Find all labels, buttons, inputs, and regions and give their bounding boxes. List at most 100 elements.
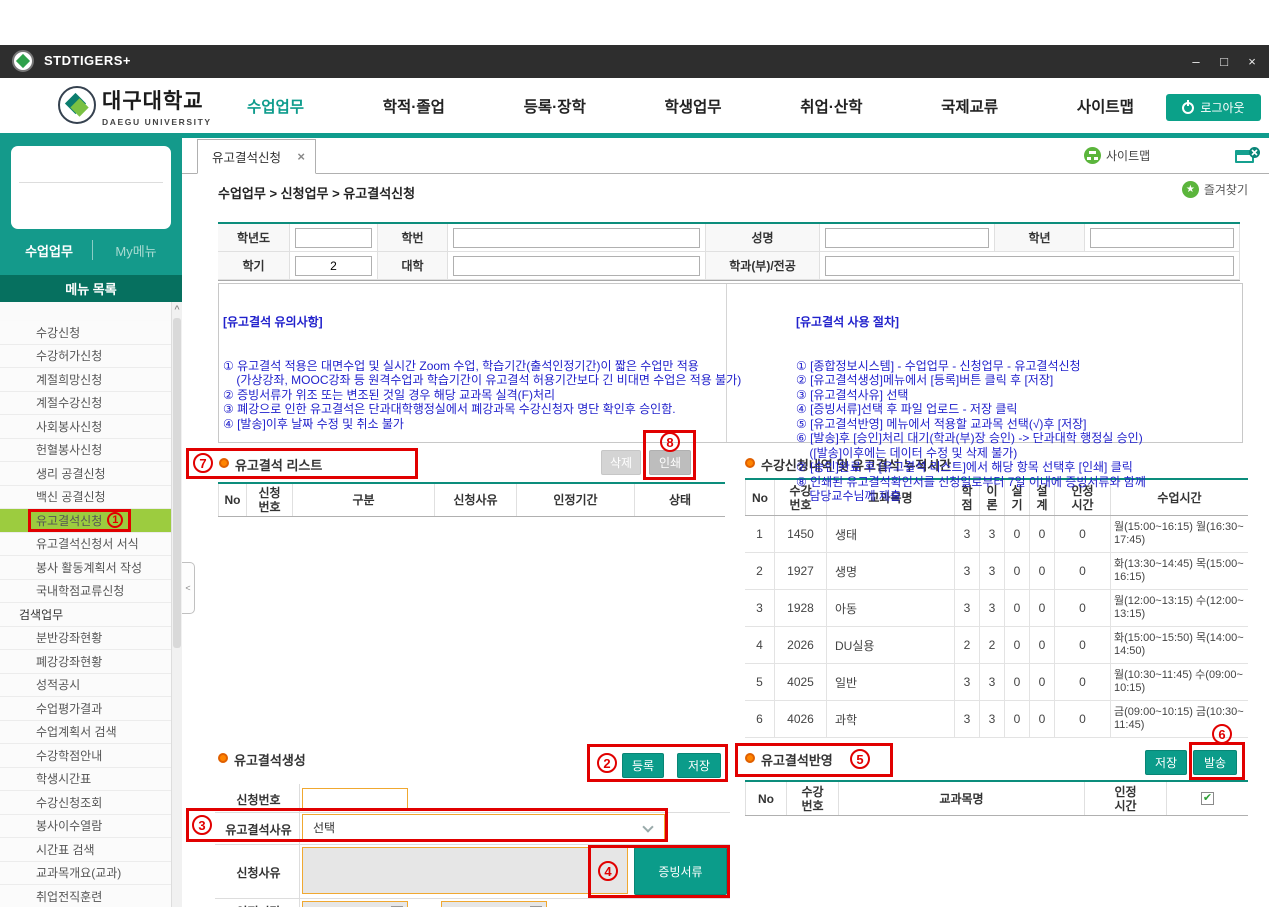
sidebar-menu-item[interactable]: 수업평가결과 <box>0 697 171 721</box>
tab-close-icon[interactable]: × <box>297 149 305 164</box>
course-no: 1 <box>745 516 774 552</box>
period-label: 인정기간 <box>218 903 299 907</box>
reason-type-select[interactable]: 선택 <box>302 814 665 840</box>
absence-create-title: 유고결석생성 <box>234 750 306 769</box>
course-table-row[interactable]: 6 4026 과학 3 3 0 0 0 금(09:00~10:15) 금(10:… <box>745 701 1248 738</box>
sidebar-collapse-handle[interactable]: < <box>182 562 195 614</box>
sidebar-menu-item[interactable]: 헌혈봉사신청 <box>0 439 171 463</box>
sidebar-menu-item[interactable]: 수강허가신청 <box>0 345 171 369</box>
window-close-button[interactable]: × <box>1245 54 1259 69</box>
annotation-circle-7: 7 <box>193 453 213 473</box>
sidebar-menu-item[interactable]: 수강신청 <box>0 321 171 345</box>
sidebar-menu-item[interactable]: 취업전직훈련 <box>0 885 171 907</box>
course-name: 일반 <box>826 664 954 700</box>
sidebar-menu-item[interactable]: 봉사 활동계획서 작성 <box>0 556 171 580</box>
sidebar-menu-item[interactable]: 수강신청조회 <box>0 791 171 815</box>
sidebar-menu-item[interactable]: 시간표 검색 <box>0 838 171 862</box>
window-maximize-button[interactable]: □ <box>1217 54 1231 69</box>
window-titlebar: STDTIGERS+ – □ × <box>0 45 1269 78</box>
sidebar-tab-work[interactable]: 수업업무 <box>14 241 84 260</box>
scrollbar-thumb[interactable] <box>173 318 181 648</box>
sidebar-menu-item-label: 취업전직훈련 <box>36 888 102 905</box>
sidebar-menu-item[interactable]: 학생시간표 <box>0 768 171 792</box>
sidebar-menu-item[interactable]: 성적공시 <box>0 674 171 698</box>
sidebar-menu-item[interactable]: 교과목개요(교과) <box>0 862 171 886</box>
window-minimize-button[interactable]: – <box>1189 54 1203 69</box>
sidebar-menu-item[interactable]: 분반강좌현황 <box>0 627 171 651</box>
sidebar-scrollbar[interactable]: ^ <box>171 302 182 907</box>
sidebar-menu-item-label: 교과목개요(교과) <box>36 864 121 881</box>
app-no-input[interactable] <box>303 789 407 808</box>
course-no: 4 <box>745 627 774 663</box>
sidebar-menu-item-label: 유고결석신청서 서식 <box>36 535 139 552</box>
sidebar-menu-item[interactable]: 수강학점안내 <box>0 744 171 768</box>
absence-apply-table: No수강 번호교과목명인정 시간 ✔ <box>745 780 1248 816</box>
checked-checkbox-icon[interactable]: ✔ <box>1201 792 1214 805</box>
sidebar-menu-item[interactable]: 생리 공결신청 <box>0 462 171 486</box>
course-name: 과학 <box>826 701 954 737</box>
top-nav-item[interactable]: 등록·장학 <box>524 95 586 117</box>
course-table-row[interactable]: 3 1928 아동 3 3 0 0 0 월(12:00~13:15) 수(12:… <box>745 590 1248 627</box>
apply-save-button[interactable]: 저장 <box>1145 750 1187 775</box>
sidebar-menu-item[interactable]: 봉사이수열람 <box>0 815 171 839</box>
sidebar-menu-item-label: 계절희망신청 <box>36 371 102 388</box>
period-start-field[interactable] <box>302 901 408 907</box>
close-all-tabs-icon[interactable] <box>1235 146 1261 166</box>
course-table-row[interactable]: 5 4025 일반 3 3 0 0 0 월(10:30~11:45) 수(09:… <box>745 664 1248 701</box>
course-theory: 3 <box>979 553 1004 589</box>
favorite-button[interactable]: ★ 즐겨찾기 <box>1182 181 1248 198</box>
sidebar-menu-item[interactable]: 유고결석신청 1 <box>0 509 171 533</box>
sidebar-menu-item-label: 봉사 활동계획서 작성 <box>36 559 142 576</box>
sidebar-menu-item-label: 수강학점안내 <box>36 747 102 764</box>
sidebar-menu-item[interactable]: 수업계획서 검색 <box>0 721 171 745</box>
register-button[interactable]: 등록 <box>622 753 664 778</box>
year-input[interactable] <box>295 228 372 248</box>
sidebar-menu-item[interactable]: 국내학점교류신청 <box>0 580 171 604</box>
app-logo-icon <box>12 50 34 72</box>
dept-input[interactable] <box>825 256 1234 276</box>
top-nav-item[interactable]: 학적·졸업 <box>383 95 445 117</box>
apply-table-header-cell: 교과목명 <box>838 782 1084 815</box>
college-input[interactable] <box>453 256 700 276</box>
logout-button[interactable]: 로그아웃 <box>1166 94 1261 121</box>
year-label: 학년도 <box>218 224 290 252</box>
tab-absence-application[interactable]: 유고결석신청 × <box>197 139 316 174</box>
top-nav-item[interactable]: 수업업무 <box>247 95 304 117</box>
scroll-up-icon[interactable]: ^ <box>172 302 182 316</box>
period-end-field[interactable] <box>441 901 547 907</box>
notice-box: [유고결석 유의사항] ① 유고결석 적용은 대면수업 및 실시간 Zoom 수… <box>218 283 1243 443</box>
top-nav-item[interactable]: 국제교류 <box>941 95 998 117</box>
course-table-row[interactable]: 4 2026 DU실용 2 2 0 0 0 화(15:00~15:50) 목(1… <box>745 627 1248 664</box>
sitemap-link[interactable]: 사이트맵 <box>1084 147 1150 164</box>
sidebar-menu-item[interactable]: 사회봉사신청 <box>0 415 171 439</box>
top-nav-item[interactable]: 사이트맵 <box>1077 95 1134 117</box>
create-save-button[interactable]: 저장 <box>677 753 721 778</box>
top-nav-item[interactable]: 취업·산학 <box>800 95 862 117</box>
course-design: 0 <box>1029 627 1054 663</box>
top-nav-item[interactable]: 학생업무 <box>665 95 722 117</box>
sidebar-menu-item[interactable]: 계절희망신청 <box>0 368 171 392</box>
sidebar-menu-item[interactable]: 폐강강좌현황 <box>0 650 171 674</box>
course-hours: 0 <box>1054 701 1110 737</box>
course-table-row[interactable]: 2 1927 생명 3 3 0 0 0 화(13:30~14:45) 목(15:… <box>745 553 1248 590</box>
sidebar-menu-item-label: 수강허가신청 <box>36 347 102 364</box>
sidebar-tab-mymenu[interactable]: My메뉴 <box>104 241 168 260</box>
course-time: 월(10:30~11:45) 수(09:00~10:15) <box>1110 664 1248 700</box>
main-content: 유고결석신청 × 사이트맵 수업업무 > 신청업무 > 유고결석신청 ★ 즐겨찾… <box>182 133 1269 907</box>
notice-line: ① [종합정보시스템] - 수업업무 - 신청업무 - 유고결석신청 <box>796 359 1146 374</box>
course-time: 화(15:00~15:50) 목(14:00~14:50) <box>1110 627 1248 663</box>
evidence-button[interactable]: 증빙서류 <box>634 847 727 895</box>
sidebar-menu-item[interactable]: 검색업무 <box>0 603 171 627</box>
studentno-input[interactable] <box>453 228 700 248</box>
semester-input[interactable] <box>295 256 372 276</box>
course-theory: 3 <box>979 701 1004 737</box>
orange-bullet-icon <box>745 753 755 763</box>
send-button[interactable]: 발송 <box>1193 750 1237 775</box>
reason-textarea[interactable] <box>302 847 628 894</box>
sidebar-menu-item[interactable]: 백신 공결신청 <box>0 486 171 510</box>
sidebar-menu-item[interactable]: 유고결석신청서 서식 <box>0 533 171 557</box>
grade-input[interactable] <box>1090 228 1234 248</box>
name-input[interactable] <box>825 228 989 248</box>
sidebar-menu-item-label: 유고결석신청 <box>36 512 102 529</box>
sidebar-menu-item[interactable]: 계절수강신청 <box>0 392 171 416</box>
